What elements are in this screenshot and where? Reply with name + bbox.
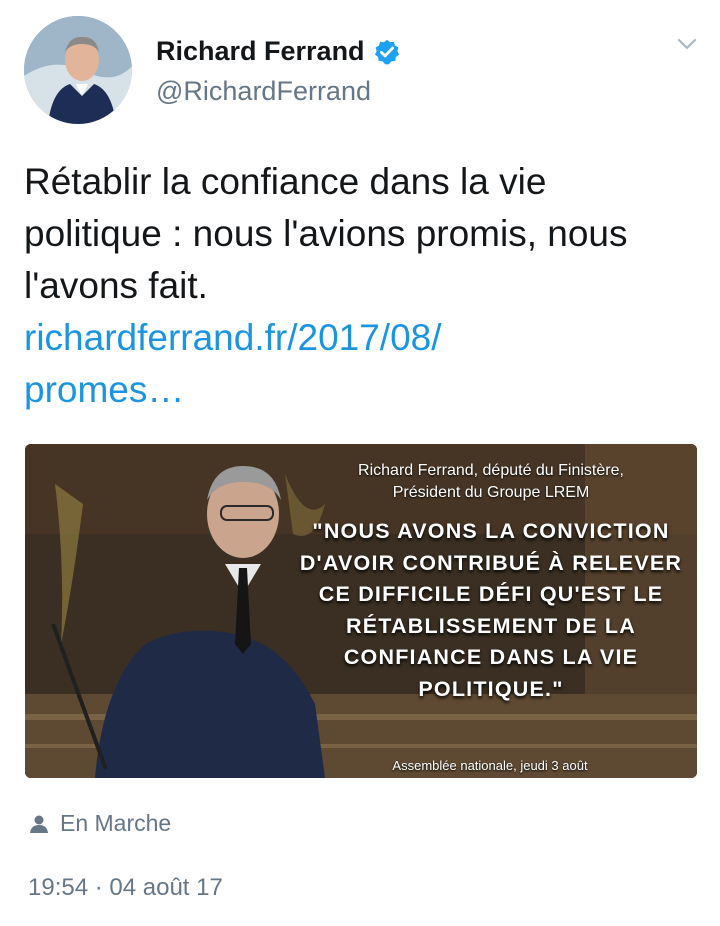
tweet-media-image[interactable]: Richard Ferrand, député du Finistère, Pr… [25,444,697,778]
media-caption-top: Richard Ferrand, député du Finistère, Pr… [291,460,691,504]
media-caption-bottom: Assemblée nationale, jeudi 3 août [392,758,588,773]
tweet-link-line2[interactable]: promes… [24,364,664,416]
tweet-text: Rétablir la confiance dans la vie politi… [24,156,664,416]
author-name[interactable]: Richard Ferrand [156,36,365,67]
tweet-link-line1[interactable]: richardferrand.fr/2017/08/ [24,312,664,364]
media-quote: "NOUS AVONS LA CONVICTION D'AVOIR CONTRI… [299,519,683,701]
tweet-link[interactable]: richardferrand.fr/2017/08/ promes… [24,312,664,416]
verified-badge-icon [374,39,399,64]
author-name-row[interactable]: Richard Ferrand [156,36,401,67]
tweet-location[interactable]: En Marche [28,810,171,837]
media-caption-top-line2: Président du Groupe LREM [392,484,590,501]
media-caption-top-line1: Richard Ferrand, député du Finistère, [358,462,624,479]
location-label[interactable]: En Marche [60,810,171,837]
avatar[interactable] [24,16,132,124]
person-icon [30,815,48,833]
chevron-down-icon[interactable] [676,36,698,52]
tweet-body: Rétablir la confiance dans la vie politi… [24,161,628,306]
avatar-photo [24,16,132,124]
tweet-timestamp[interactable]: 19:54 · 04 août 17 [28,874,223,902]
author-handle[interactable]: @RichardFerrand [156,76,371,107]
